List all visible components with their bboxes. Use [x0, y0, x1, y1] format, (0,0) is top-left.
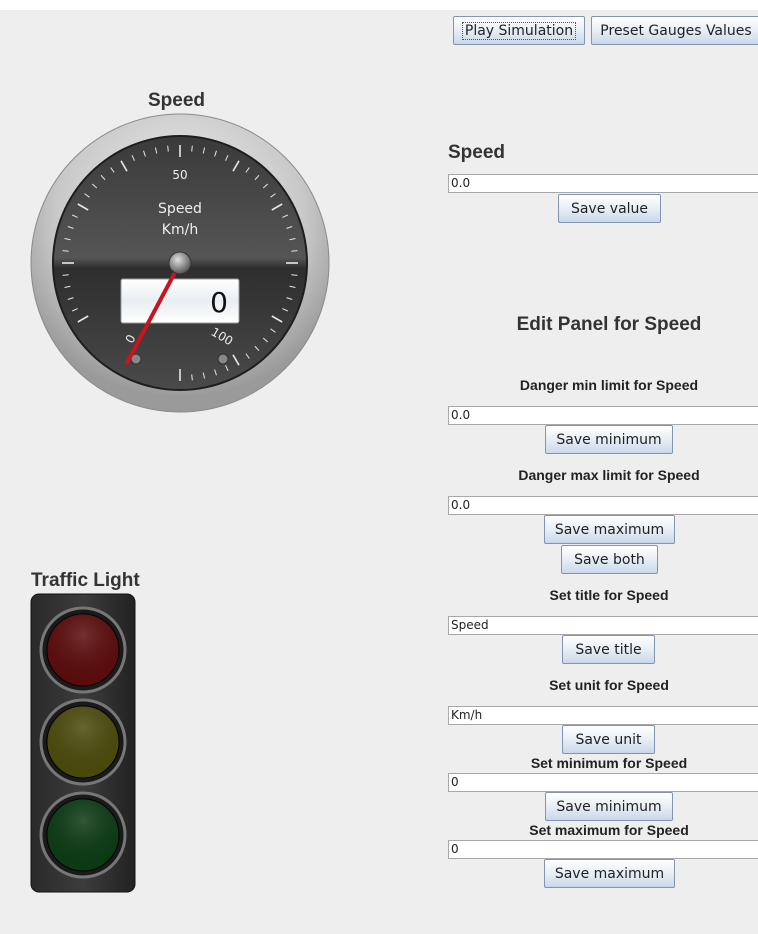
danger-max-input[interactable]: 0.0: [448, 496, 758, 515]
red-lamp-shine: [47, 614, 119, 686]
gauge-face-title: Speed: [158, 201, 202, 217]
save-both-button[interactable]: Save both: [561, 545, 658, 574]
play-simulation-button[interactable]: Play Simulation: [453, 16, 585, 45]
minor-tick: [291, 274, 298, 276]
save-minimum-button[interactable]: Save minimum: [545, 792, 673, 821]
save-value-label: Save value: [570, 200, 649, 217]
save-unit-button[interactable]: Save unit: [562, 725, 655, 754]
danger-min-label: Danger min limit for Speed: [519, 377, 699, 393]
minor-tick: [191, 374, 193, 381]
save-title-button[interactable]: Save title: [562, 635, 655, 664]
speed-value-input[interactable]: 0.0: [448, 174, 758, 193]
speed-gauge: 50 0 100 Speed Km/h 0: [30, 113, 330, 413]
green-lamp-shine: [47, 799, 119, 871]
set-title-label: Set title for Speed: [549, 587, 669, 603]
yellow-lamp-shine: [47, 706, 119, 778]
minor-tick: [62, 250, 69, 252]
save-danger-minimum-button[interactable]: Save minimum: [545, 425, 673, 454]
save-unit-label: Save unit: [575, 731, 642, 748]
gauge-readout: 0: [210, 286, 228, 319]
set-maximum-label: Set maximum for Speed: [529, 822, 689, 838]
gauge-max-post: [217, 353, 229, 365]
save-value-button[interactable]: Save value: [558, 194, 661, 223]
save-danger-minimum-label: Save minimum: [556, 431, 662, 448]
preset-gauges-values-label: Preset Gauges Values: [600, 22, 752, 39]
minor-tick: [191, 145, 193, 152]
danger-max-label: Danger max limit for Speed: [518, 467, 700, 483]
set-title-input[interactable]: Speed: [448, 616, 758, 635]
traffic-light: [30, 593, 136, 893]
window-top-strip: [0, 0, 758, 10]
gauge-hub: [168, 251, 192, 275]
save-title-label: Save title: [575, 641, 642, 658]
set-maximum-input[interactable]: 0: [448, 840, 758, 859]
save-minimum-label: Save minimum: [556, 798, 662, 815]
tick-label-50: 50: [172, 168, 187, 182]
play-simulation-label: Play Simulation: [461, 21, 577, 40]
save-maximum-label: Save maximum: [554, 865, 665, 882]
set-unit-label: Set unit for Speed: [549, 677, 669, 693]
save-danger-maximum-label: Save maximum: [554, 521, 665, 538]
set-minimum-label: Set minimum for Speed: [530, 755, 688, 771]
set-minimum-input[interactable]: 0: [448, 773, 758, 792]
save-danger-maximum-button[interactable]: Save maximum: [544, 515, 675, 544]
edit-panel-heading: Edit Panel for Speed: [516, 314, 702, 335]
set-unit-input[interactable]: Km/h: [448, 706, 758, 725]
save-both-label: Save both: [574, 551, 645, 568]
value-heading: Speed: [448, 142, 506, 163]
minor-tick: [291, 250, 298, 252]
save-maximum-button[interactable]: Save maximum: [544, 859, 675, 888]
traffic-light-title: Traffic Light: [31, 570, 140, 591]
gauge-title: Speed: [148, 90, 206, 111]
minor-tick: [167, 145, 169, 152]
gauge-unit: Km/h: [162, 222, 198, 238]
preset-gauges-values-button[interactable]: Preset Gauges Values: [591, 16, 758, 45]
danger-min-input[interactable]: 0.0: [448, 406, 758, 425]
minor-tick: [62, 274, 69, 276]
